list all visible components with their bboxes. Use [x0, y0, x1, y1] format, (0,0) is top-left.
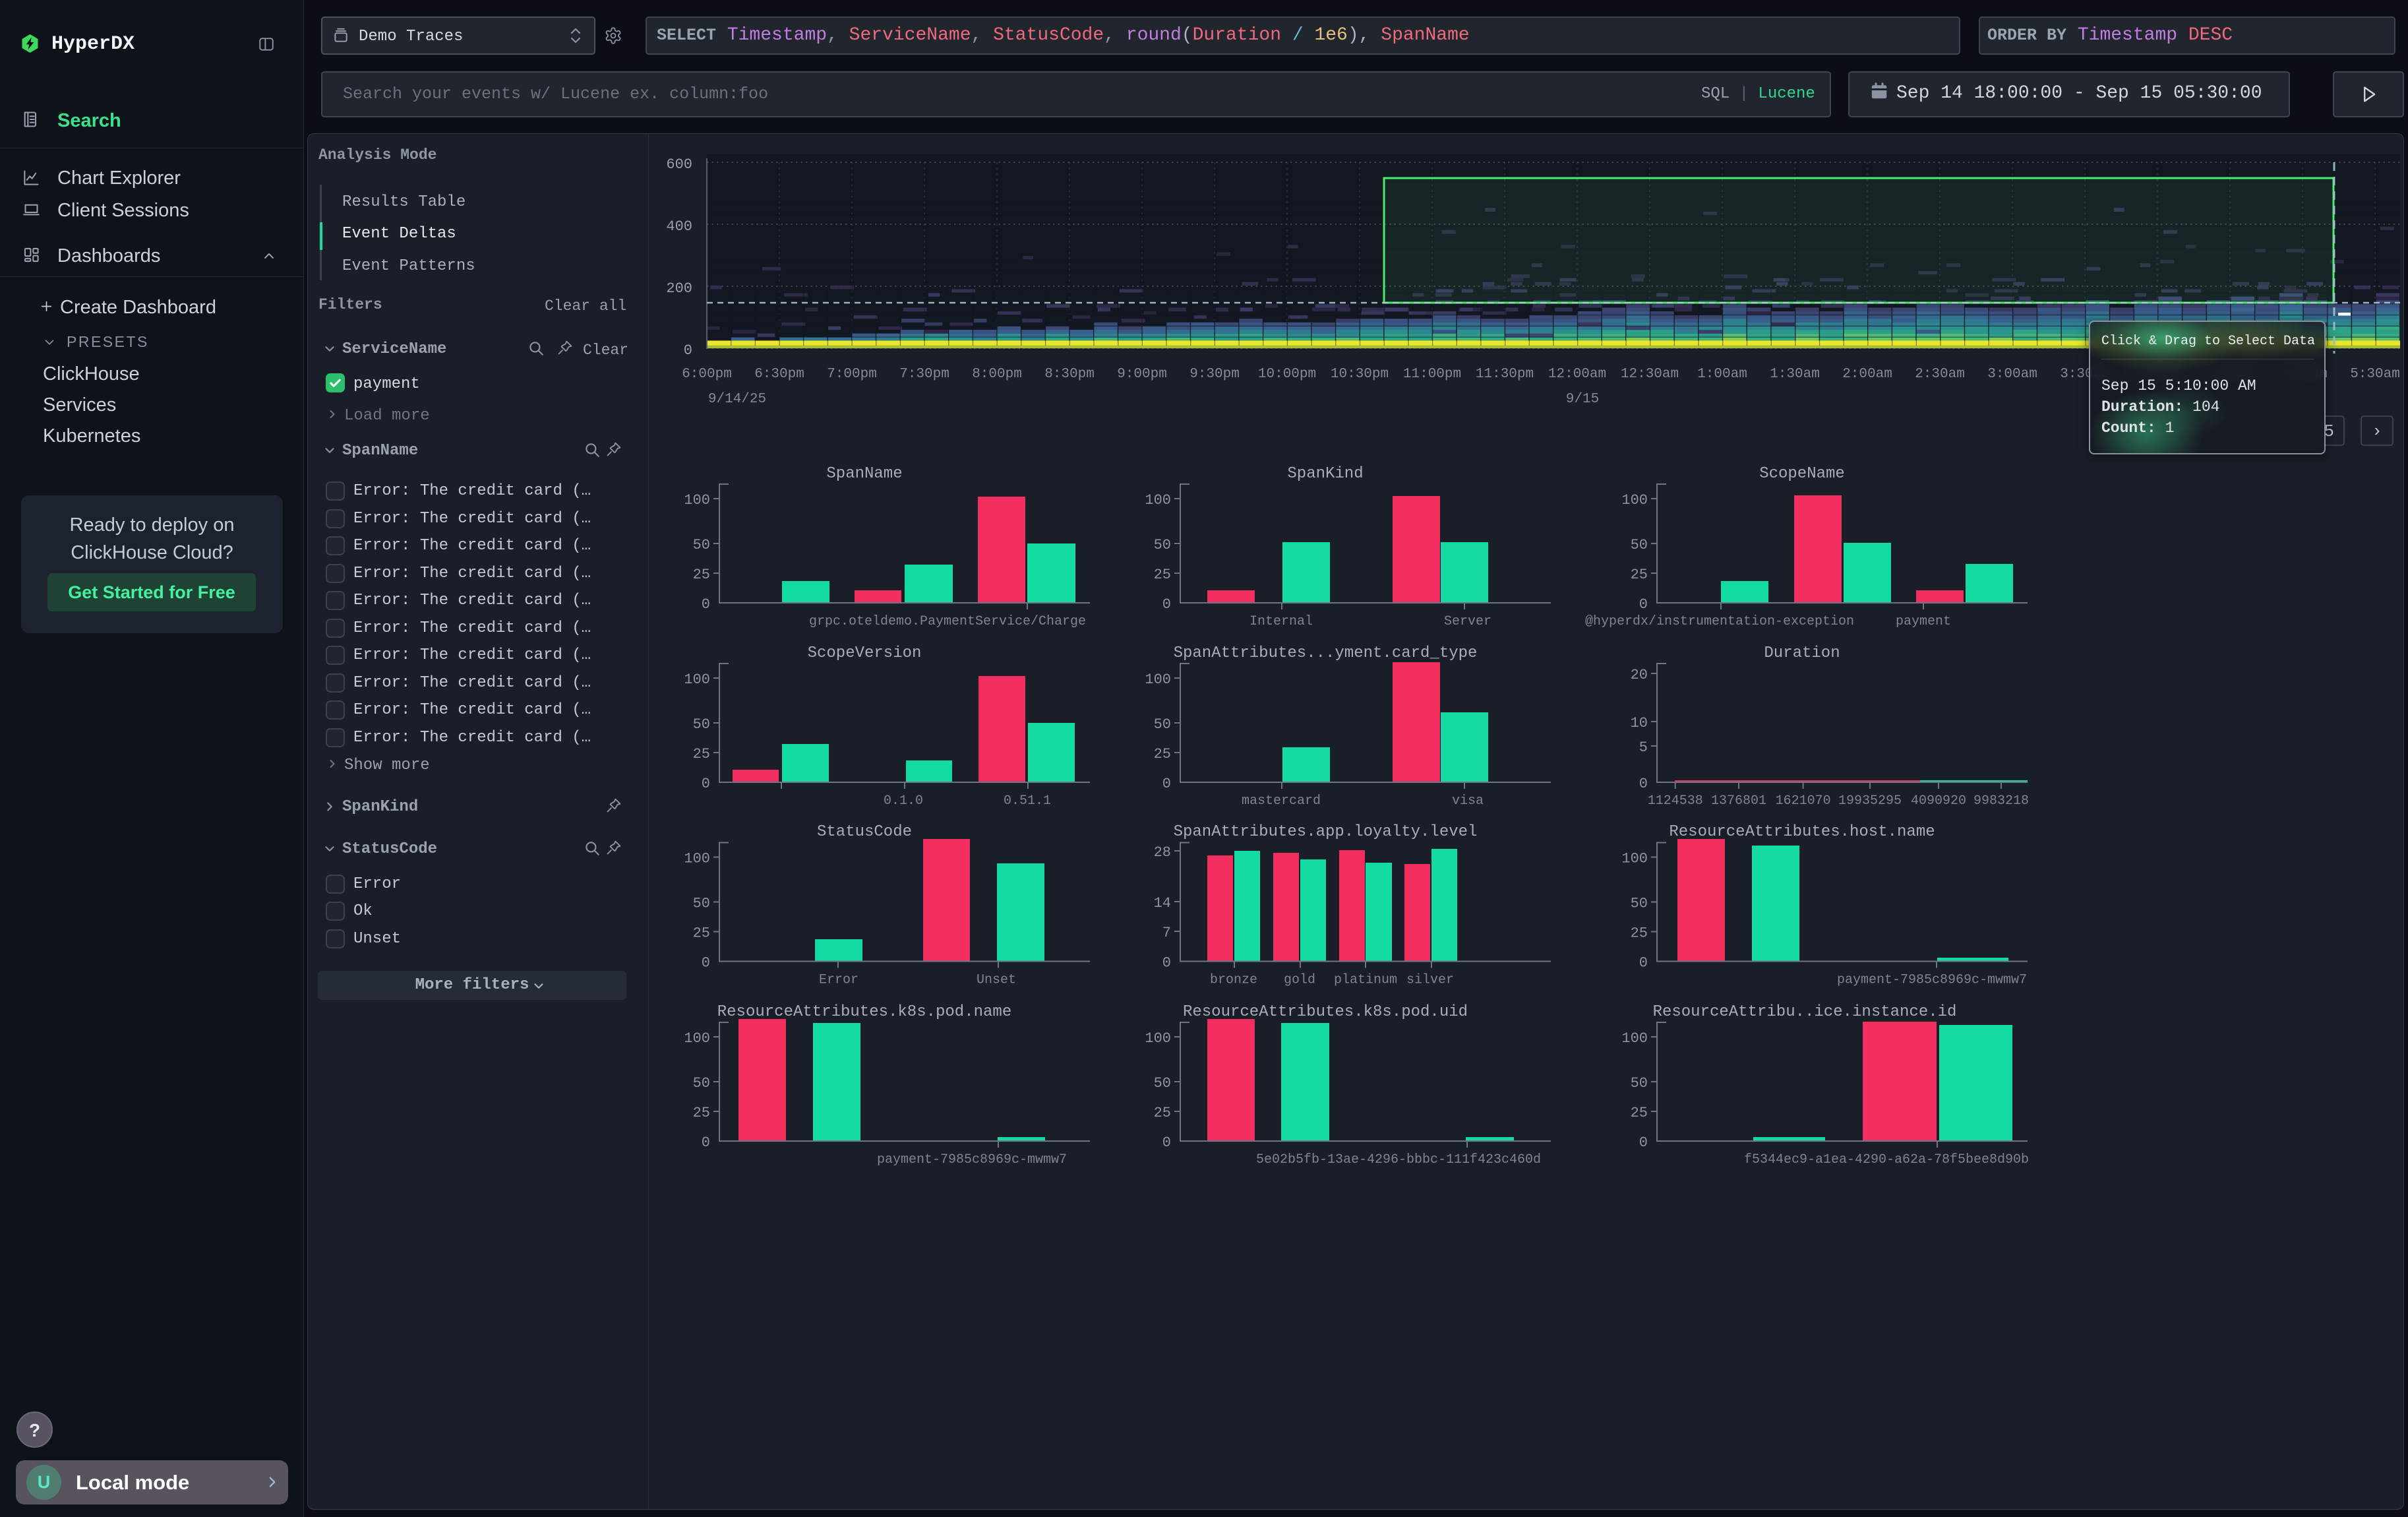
- svg-text:visa: visa: [1452, 793, 1484, 809]
- svg-text:mastercard: mastercard: [1242, 793, 1321, 809]
- svg-text:25: 25: [693, 567, 710, 583]
- svg-text:100: 100: [684, 492, 710, 509]
- svg-text:SpanName: SpanName: [826, 465, 902, 483]
- svg-text:50: 50: [1154, 716, 1171, 733]
- svg-text:0: 0: [702, 596, 710, 613]
- svg-text:25: 25: [1631, 567, 1648, 583]
- svg-text:ScopeName: ScopeName: [1759, 465, 1845, 483]
- svg-text:25: 25: [693, 925, 710, 942]
- svg-text:ResourceAttributes.host.name: ResourceAttributes.host.name: [1669, 823, 1935, 841]
- svg-text:100: 100: [1145, 1030, 1171, 1047]
- svg-text:gold: gold: [1284, 973, 1315, 988]
- svg-text:20: 20: [1631, 667, 1648, 683]
- svg-text:100: 100: [684, 671, 710, 688]
- svg-text:Internal: Internal: [1249, 614, 1313, 629]
- svg-text:SpanAttributes.app.loyalty.lev: SpanAttributes.app.loyalty.level: [1174, 823, 1478, 841]
- svg-text:Unset: Unset: [977, 973, 1016, 988]
- svg-text:100: 100: [1621, 1030, 1648, 1047]
- svg-text:1124538: 1124538: [1648, 793, 1703, 809]
- svg-text:0.51.1: 0.51.1: [1004, 793, 1051, 809]
- svg-text:StatusCode: StatusCode: [817, 823, 912, 841]
- svg-text:50: 50: [1631, 1075, 1648, 1092]
- svg-text:50: 50: [693, 537, 710, 553]
- svg-text:50: 50: [1631, 896, 1648, 912]
- svg-text:100: 100: [1621, 492, 1648, 509]
- svg-text:25: 25: [693, 1105, 710, 1121]
- svg-text:payment-7985c8969c-mwmw7: payment-7985c8969c-mwmw7: [877, 1152, 1067, 1167]
- svg-text:100: 100: [1145, 492, 1171, 509]
- svg-text:0: 0: [702, 776, 710, 792]
- svg-text:ResourceAttributes.k8s.pod.nam: ResourceAttributes.k8s.pod.name: [717, 1003, 1011, 1021]
- svg-text:ResourceAttributes.k8s.pod.uid: ResourceAttributes.k8s.pod.uid: [1183, 1003, 1468, 1021]
- svg-text:0: 0: [1162, 596, 1171, 613]
- svg-text:Duration: Duration: [1764, 644, 1840, 662]
- svg-text:Server: Server: [1444, 614, 1491, 629]
- svg-text:50: 50: [1154, 537, 1171, 553]
- svg-text:25: 25: [1154, 1105, 1171, 1121]
- svg-text:silver: silver: [1406, 973, 1454, 988]
- svg-text:0: 0: [1162, 776, 1171, 792]
- svg-text:ResourceAttribu..ice.instance.: ResourceAttribu..ice.instance.id: [1653, 1003, 1957, 1021]
- svg-text:5: 5: [1639, 739, 1648, 756]
- svg-text:7: 7: [1162, 925, 1171, 941]
- svg-text:0: 0: [702, 955, 710, 972]
- svg-text:0: 0: [1639, 776, 1648, 792]
- svg-text:50: 50: [1154, 1075, 1171, 1092]
- svg-text:0: 0: [1162, 955, 1171, 972]
- svg-text:25: 25: [1154, 567, 1171, 583]
- svg-text:f5344ec9-a1ea-4290-a62a-78f5be: f5344ec9-a1ea-4290-a62a-78f5bee8d90b: [1744, 1152, 2029, 1167]
- svg-text:0: 0: [1639, 955, 1648, 972]
- svg-text:100: 100: [1621, 851, 1648, 867]
- svg-text:0: 0: [1162, 1134, 1171, 1151]
- svg-text:25: 25: [1631, 925, 1648, 942]
- svg-text:1621070: 1621070: [1776, 793, 1831, 809]
- svg-text:0: 0: [702, 1134, 710, 1151]
- svg-text:50: 50: [1631, 537, 1648, 553]
- svg-text:0.1.0: 0.1.0: [884, 793, 923, 809]
- svg-text:50: 50: [693, 1075, 710, 1092]
- svg-text:SpanAttributes...yment.card_ty: SpanAttributes...yment.card_type: [1174, 644, 1478, 662]
- svg-text:SpanKind: SpanKind: [1287, 465, 1363, 483]
- svg-text:5e02b5fb-13ae-4296-bbbc-111f42: 5e02b5fb-13ae-4296-bbbc-111f423c460d: [1256, 1152, 1541, 1167]
- svg-text:28: 28: [1154, 844, 1171, 861]
- svg-text:100: 100: [684, 1030, 710, 1047]
- svg-text:25: 25: [1631, 1105, 1648, 1121]
- svg-text:Error: Error: [819, 973, 858, 988]
- svg-text:1376801: 1376801: [1711, 793, 1766, 809]
- svg-text:platinum: platinum: [1334, 973, 1397, 988]
- svg-text:19935295: 19935295: [1838, 793, 1902, 809]
- svg-text:0: 0: [1639, 596, 1648, 613]
- svg-text:0: 0: [1639, 1134, 1648, 1151]
- svg-text:25: 25: [1154, 746, 1171, 762]
- svg-text:100: 100: [1145, 671, 1171, 688]
- svg-text:@hyperdx/instrumentation-excep: @hyperdx/instrumentation-exception: [1585, 614, 1854, 629]
- svg-text:50: 50: [693, 896, 710, 912]
- svg-text:100: 100: [684, 851, 710, 867]
- svg-text:payment-7985c8969c-mwmw7: payment-7985c8969c-mwmw7: [1837, 973, 2027, 988]
- svg-text:ScopeVersion: ScopeVersion: [808, 644, 922, 662]
- svg-text:50: 50: [693, 716, 710, 733]
- svg-text:25: 25: [693, 746, 710, 762]
- svg-text:bronze: bronze: [1210, 973, 1257, 988]
- svg-text:payment: payment: [1896, 614, 1951, 629]
- svg-text:10: 10: [1631, 715, 1648, 731]
- svg-text:grpc.oteldemo.PaymentService/C: grpc.oteldemo.PaymentService/Charge: [809, 614, 1086, 629]
- svg-text:9983218: 9983218: [1973, 793, 2029, 809]
- svg-text:4090920: 4090920: [1911, 793, 1966, 809]
- svg-text:14: 14: [1154, 895, 1171, 912]
